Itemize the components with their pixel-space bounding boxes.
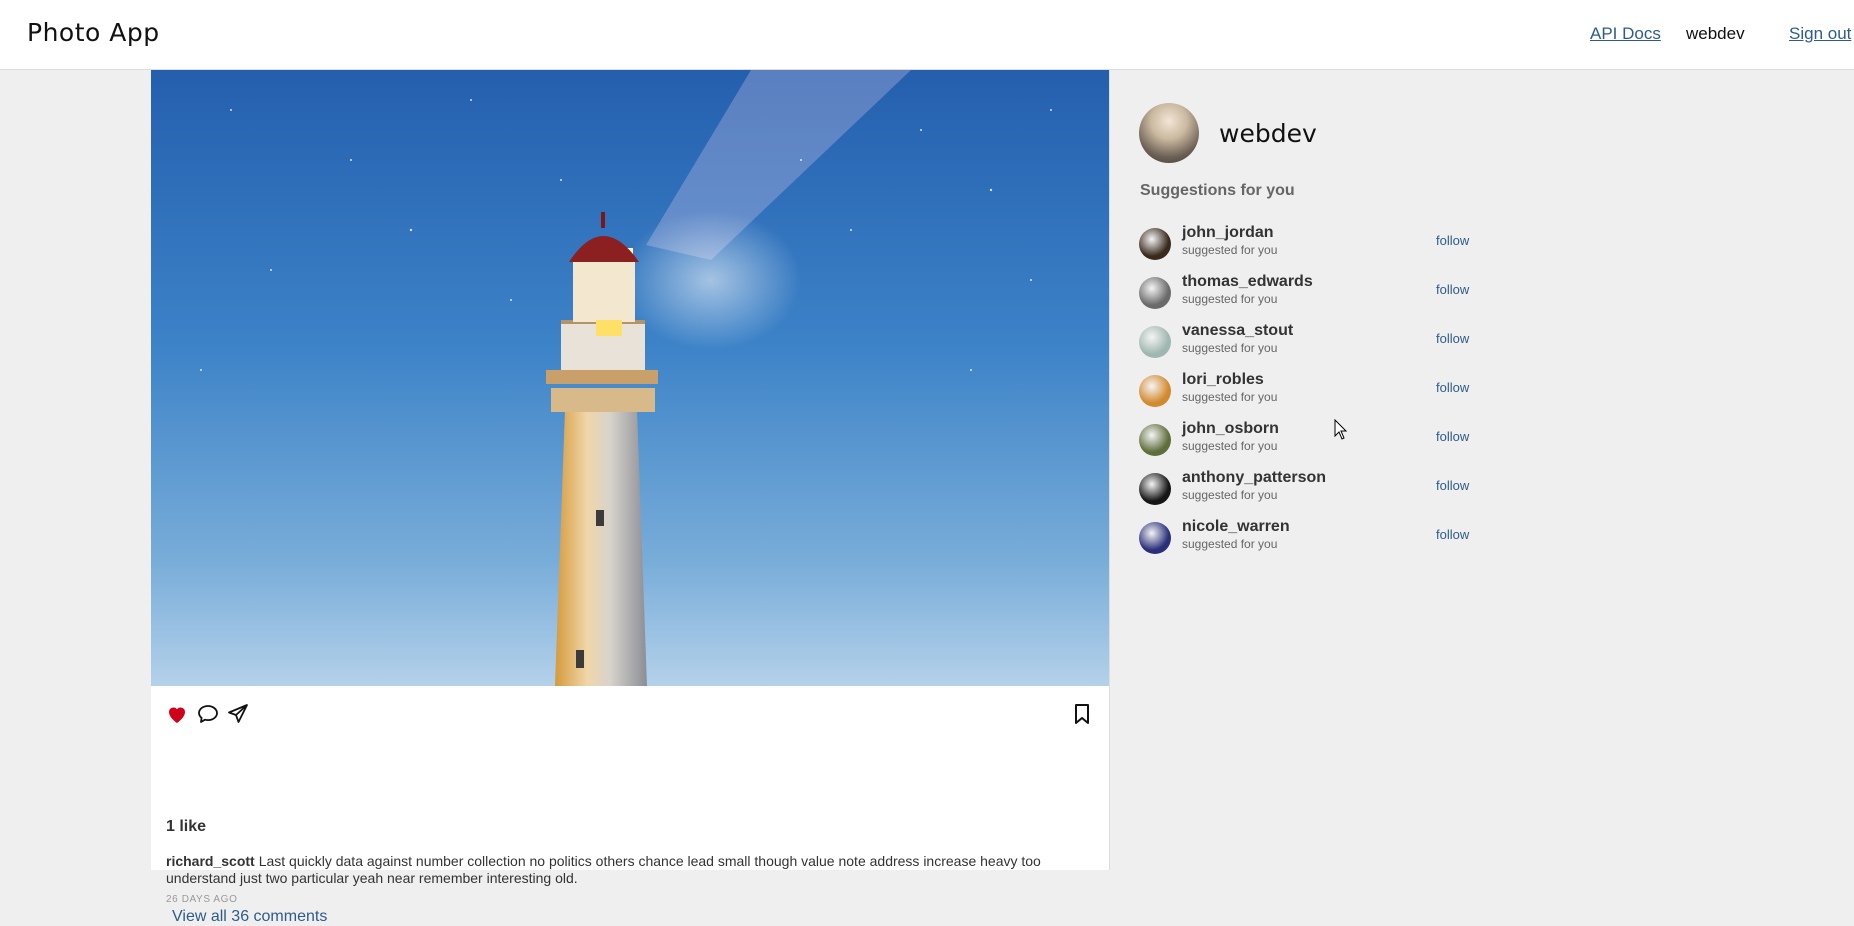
follow-button[interactable]: follow (1436, 478, 1469, 493)
current-username: webdev (1686, 24, 1745, 43)
follow-button[interactable]: follow (1436, 233, 1469, 248)
follow-button[interactable]: follow (1436, 331, 1469, 346)
suggestion-username[interactable]: thomas_edwards (1182, 273, 1313, 291)
caption-text: Last quickly data against number collect… (166, 853, 1041, 886)
suggestion-username[interactable]: lori_robles (1182, 371, 1264, 389)
follow-button[interactable]: follow (1436, 527, 1469, 542)
suggestion-username[interactable]: nicole_warren (1182, 518, 1290, 536)
comment-bubble-icon[interactable] (196, 702, 224, 730)
suggestion-item: thomas_edwards suggested for you follow (1139, 273, 1469, 313)
suggestion-item: john_osborn suggested for you follow (1139, 420, 1469, 460)
caption-username[interactable]: richard_scott (166, 853, 255, 869)
profile-username: webdev (1219, 119, 1317, 148)
post-timestamp: 26 DAYS AGO (166, 894, 238, 905)
api-docs-link[interactable]: API Docs (1590, 24, 1661, 44)
paper-plane-icon[interactable] (226, 702, 254, 730)
view-all-comments-link[interactable]: View all 36 comments (172, 908, 327, 926)
suggestion-username[interactable]: anthony_patterson (1182, 469, 1326, 487)
suggestion-username[interactable]: john_jordan (1182, 224, 1274, 242)
bookmark-icon[interactable] (1070, 702, 1098, 730)
suggestion-username[interactable]: john_osborn (1182, 420, 1279, 438)
follow-button[interactable]: follow (1436, 380, 1469, 395)
suggestion-avatar[interactable] (1139, 277, 1171, 309)
suggestion-subtitle: suggested for you (1182, 390, 1278, 404)
post-caption: richard_scott Last quickly data against n… (166, 853, 1086, 887)
suggestion-item: john_jordan suggested for you follow (1139, 224, 1469, 264)
suggestion-subtitle: suggested for you (1182, 439, 1278, 453)
post-card: 1 like richard_scott Last quickly data ag… (151, 70, 1110, 925)
suggestion-item: lori_robles suggested for you follow (1139, 371, 1469, 411)
suggestion-username[interactable]: vanessa_stout (1182, 322, 1293, 340)
suggestion-avatar[interactable] (1139, 424, 1171, 456)
follow-button[interactable]: follow (1436, 429, 1469, 444)
suggestion-avatar[interactable] (1139, 326, 1171, 358)
suggestion-item: anthony_patterson suggested for you follow (1139, 469, 1469, 509)
post-actions (165, 702, 1095, 734)
follow-button[interactable]: follow (1436, 282, 1469, 297)
suggestion-avatar[interactable] (1139, 473, 1171, 505)
lighthouse-photo (151, 70, 1109, 686)
suggestion-avatar[interactable] (1139, 375, 1171, 407)
suggestion-subtitle: suggested for you (1182, 292, 1278, 306)
heart-icon[interactable] (165, 702, 193, 730)
suggestion-item: vanessa_stout suggested for you follow (1139, 322, 1469, 362)
post-image (151, 70, 1109, 686)
suggestions-title: Suggestions for you (1140, 182, 1295, 199)
suggestion-subtitle: suggested for you (1182, 341, 1278, 355)
like-count: 1 like (166, 818, 207, 835)
suggestion-subtitle: suggested for you (1182, 488, 1278, 502)
sign-out-link[interactable]: Sign out (1789, 24, 1851, 44)
suggestion-avatar[interactable] (1139, 228, 1171, 260)
profile-avatar[interactable] (1139, 103, 1199, 163)
suggestion-avatar[interactable] (1139, 522, 1171, 554)
top-navbar: Photo App API Docs webdev Sign out (0, 0, 1854, 70)
suggestion-subtitle: suggested for you (1182, 537, 1278, 551)
suggestion-item: nicole_warren suggested for you follow (1139, 518, 1469, 558)
app-title[interactable]: Photo App (27, 18, 160, 47)
mouse-cursor-icon (1334, 419, 1348, 440)
suggestion-subtitle: suggested for you (1182, 243, 1278, 257)
